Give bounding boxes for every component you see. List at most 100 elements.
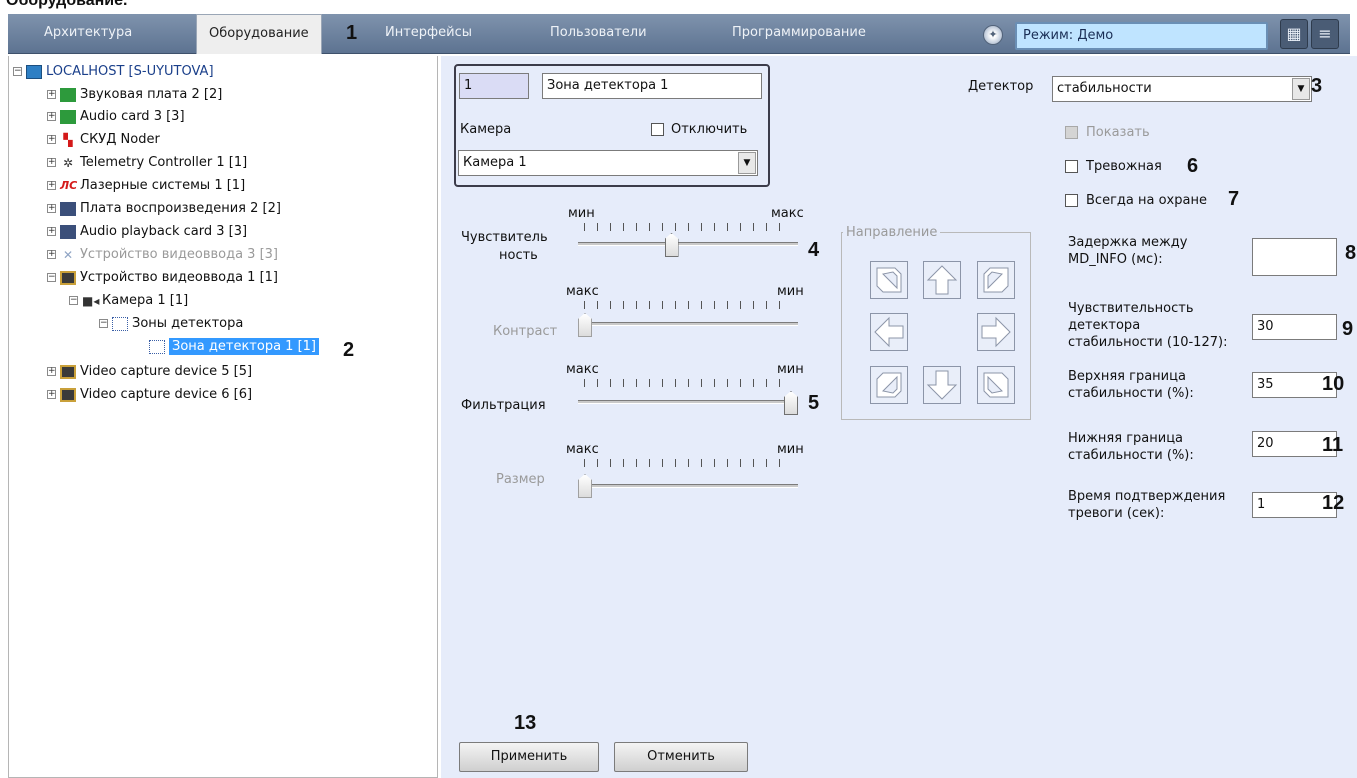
show-checkbox[interactable] <box>1065 126 1078 139</box>
sensitivity-max-label: макс <box>771 206 804 221</box>
contrast-ticks <box>584 301 792 309</box>
tree-item-playback-card-2[interactable]: + Плата воспроизведения 2 [2] <box>47 199 281 219</box>
sensitivity-label-line2: ность <box>499 248 538 263</box>
sensitivity-track[interactable] <box>578 242 798 246</box>
arrow-up-right-icon[interactable] <box>870 366 908 404</box>
tree-item-camera-1[interactable]: − ■◂ Камера 1 [1] <box>69 291 188 311</box>
menu-icon[interactable]: ≡ <box>1311 19 1339 49</box>
md-info-delay-field[interactable] <box>1252 238 1337 276</box>
tree-item-detector-zones[interactable]: − Зоны детектора <box>99 314 243 334</box>
hardware-tree: − LOCALHOST [S-UYUTOVA] + Звуковая плата 2… <box>8 56 438 778</box>
camera-select[interactable]: Камера 1 ▼ <box>458 150 758 176</box>
mode-icon[interactable]: ✦ <box>983 25 1003 45</box>
expand-icon[interactable]: + <box>47 204 56 213</box>
arrow-left-icon[interactable] <box>870 313 908 351</box>
sensitivity-min-label: мин <box>568 206 595 221</box>
tab-interfaces[interactable]: Интерфейсы <box>373 14 484 54</box>
telemetry-icon: ✲ <box>62 155 74 170</box>
contrast-label: Контраст <box>493 324 558 339</box>
filtering-track[interactable] <box>578 400 798 404</box>
size-slider-thumb[interactable] <box>578 474 592 498</box>
tree-item-access-control[interactable]: + ▚ СКУД Noder <box>47 130 160 150</box>
callout-7: 7 <box>1228 188 1240 210</box>
tree-item-sound-card-2[interactable]: + Звуковая плата 2 [2] <box>47 85 222 105</box>
arrow-right-icon[interactable] <box>977 313 1015 351</box>
expand-icon[interactable]: + <box>47 227 56 236</box>
arrow-down-left-icon[interactable] <box>977 261 1015 299</box>
size-right-label: мин <box>777 442 804 457</box>
chevron-down-icon[interactable]: ▼ <box>738 152 756 174</box>
mode-field[interactable]: Режим: Демо <box>1015 22 1268 50</box>
sound-card-icon <box>60 109 76 124</box>
top-navigation-bar: Архитектура Оборудование Интерфейсы Поль… <box>8 14 1350 54</box>
callout-13: 13 <box>514 712 537 734</box>
apply-button[interactable]: Применить <box>459 742 599 772</box>
arrow-down-icon[interactable] <box>923 366 961 404</box>
arrow-up-icon[interactable] <box>923 261 961 299</box>
arrow-down-right-icon[interactable] <box>870 261 908 299</box>
stability-sensitivity-field[interactable]: 30 <box>1252 314 1337 340</box>
laser-systems-icon: ЛС <box>60 178 78 192</box>
playback-card-icon <box>60 224 76 239</box>
tree-item-video-input-1[interactable]: − Устройство видеоввода 1 [1] <box>47 268 278 288</box>
always-armed-checkbox[interactable] <box>1065 194 1078 207</box>
filtering-slider-thumb[interactable] <box>784 391 798 415</box>
tree-item-audio-playback-3[interactable]: + Audio playback card 3 [3] <box>47 222 247 242</box>
camera-label: Камера <box>460 122 512 137</box>
callout-1: 1 <box>346 22 358 44</box>
callout-12: 12 <box>1322 492 1345 514</box>
disable-checkbox[interactable] <box>651 123 664 136</box>
collapse-icon[interactable]: − <box>69 296 78 305</box>
expand-icon[interactable]: + <box>47 250 56 259</box>
detector-zone-icon <box>149 339 165 354</box>
sensitivity-slider-thumb[interactable] <box>664 233 679 257</box>
tab-programming[interactable]: Программирование <box>720 14 878 54</box>
expand-icon[interactable]: + <box>47 367 56 376</box>
tree-item-localhost[interactable]: − LOCALHOST [S-UYUTOVA] <box>13 62 214 82</box>
tree-item-detector-zone-1[interactable]: Зона детектора 1 [1] <box>149 337 319 357</box>
expand-icon[interactable]: + <box>47 135 56 144</box>
detector-select[interactable]: стабильности ▼ <box>1052 76 1312 102</box>
tree-item-telemetry[interactable]: + ✲ Telemetry Controller 1 [1] <box>47 153 247 173</box>
cancel-button[interactable]: Отменить <box>614 742 748 772</box>
playback-card-icon <box>60 201 76 216</box>
chevron-down-icon[interactable]: ▼ <box>1292 78 1310 100</box>
computer-icon <box>26 64 42 79</box>
sensitivity-label-line1: Чувствитель <box>461 230 548 245</box>
collapse-icon[interactable]: − <box>47 273 56 282</box>
collapse-icon[interactable]: − <box>13 67 22 76</box>
expand-icon[interactable]: + <box>47 181 56 190</box>
expand-icon[interactable]: + <box>47 158 56 167</box>
contrast-slider-thumb[interactable] <box>578 313 592 337</box>
expand-icon[interactable]: + <box>47 390 56 399</box>
contrast-track[interactable] <box>578 322 798 326</box>
expand-icon[interactable]: + <box>47 112 56 121</box>
tab-architecture[interactable]: Архитектура <box>32 14 144 54</box>
zone-id-field[interactable]: 1 <box>459 73 529 99</box>
param-confirm-time-label: Время подтверждения тревоги (сек): <box>1068 489 1226 521</box>
alarm-checkbox[interactable] <box>1065 160 1078 173</box>
always-armed-label: Всегда на охране <box>1086 193 1207 208</box>
detector-label: Детектор <box>968 79 1034 94</box>
callout-10: 10 <box>1322 373 1345 395</box>
tab-equipment[interactable]: Оборудование <box>196 14 322 54</box>
filtering-ticks <box>584 379 792 387</box>
collapse-icon[interactable]: − <box>99 319 108 328</box>
zone-name-field[interactable]: Зона детектора 1 <box>542 73 762 99</box>
detector-zones-icon <box>112 316 128 331</box>
size-ticks <box>584 459 792 467</box>
callout-4: 4 <box>808 239 820 261</box>
size-track[interactable] <box>578 484 798 488</box>
tab-users[interactable]: Пользователи <box>538 14 659 54</box>
tree-item-laser-systems[interactable]: + ЛС Лазерные системы 1 [1] <box>47 176 245 196</box>
show-label: Показать <box>1086 125 1150 140</box>
arrow-up-left-icon[interactable] <box>977 366 1015 404</box>
grid-view-icon[interactable]: ▦ <box>1280 19 1308 49</box>
tree-item-video-input-3[interactable]: + ✕ Устройство видеоввода 3 [3] <box>47 245 278 265</box>
tree-item-video-capture-5[interactable]: + Video capture device 5 [5] <box>47 362 252 382</box>
param-md-info-label: Задержка между MD_INFO (мс): <box>1068 235 1188 267</box>
expand-icon[interactable]: + <box>47 90 56 99</box>
tree-item-video-capture-6[interactable]: + Video capture device 6 [6] <box>47 385 252 405</box>
contrast-right-label: мин <box>777 284 804 299</box>
tree-item-audio-card-3[interactable]: + Audio card 3 [3] <box>47 107 185 127</box>
